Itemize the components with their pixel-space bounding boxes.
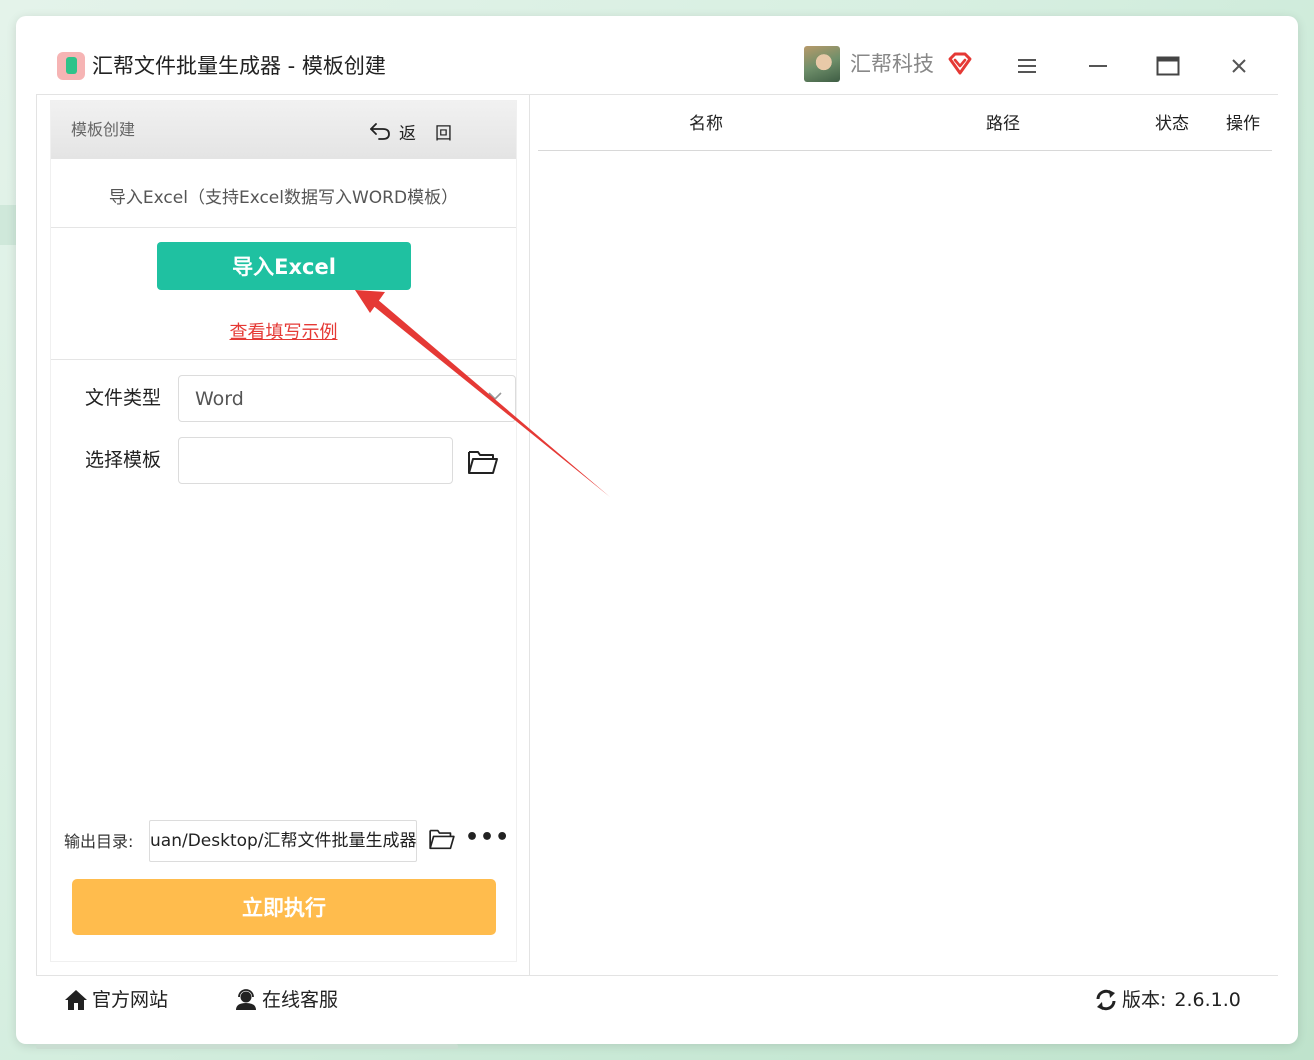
column-actions: 操作 <box>1226 114 1260 134</box>
output-dir-input[interactable]: uan/Desktop/汇帮文件批量生成器 <box>149 820 417 862</box>
panel-title: 模板创建 <box>71 120 136 139</box>
select-template-label: 选择模板 <box>85 449 162 471</box>
file-type-value: Word <box>195 388 244 410</box>
menu-button[interactable] <box>1009 50 1045 82</box>
official-site-link[interactable]: 官方网站 <box>64 988 168 1012</box>
refresh-icon <box>1096 989 1116 1011</box>
file-type-select[interactable]: Word <box>178 375 516 422</box>
undo-arrow-icon <box>370 123 390 140</box>
divider <box>51 359 516 360</box>
official-site-label: 官方网站 <box>92 989 169 1011</box>
view-example-link[interactable]: 查看填写示例 <box>51 322 516 344</box>
company-name: 汇帮科技 <box>850 52 934 76</box>
back-label: 返回 <box>399 123 471 144</box>
chevron-down-icon <box>488 392 502 401</box>
window-title: 汇帮文件批量生成器 - 模板创建 <box>92 54 386 78</box>
back-button[interactable]: 返回 <box>369 118 471 144</box>
folder-open-icon[interactable] <box>428 828 456 850</box>
file-table-body <box>538 152 1272 972</box>
footer-bar: 官方网站 在线客服 版本: 2.6.1.0 <box>36 978 1278 1024</box>
maximize-icon <box>1156 56 1180 76</box>
app-window: 汇帮文件批量生成器 - 模板创建 汇帮科技 模板创建 返回 导入Excel（支持… <box>16 16 1298 1044</box>
output-dir-label: 输出目录: <box>64 832 134 851</box>
hamburger-icon <box>1018 59 1036 73</box>
main-frame: 模板创建 返回 导入Excel（支持Excel数据写入WORD模板） 导入Exc… <box>36 94 1278 976</box>
file-type-label: 文件类型 <box>85 387 162 409</box>
import-excel-button[interactable]: 导入Excel <box>157 242 411 290</box>
vip-diamond-icon[interactable] <box>946 50 974 78</box>
version-info: 版本: 2.6.1.0 <box>1094 988 1241 1012</box>
column-status: 状态 <box>1155 114 1189 134</box>
headset-user-icon <box>236 989 256 1010</box>
online-service-link[interactable]: 在线客服 <box>234 988 338 1012</box>
close-icon <box>1232 59 1246 73</box>
divider <box>51 227 516 228</box>
panel-header: 模板创建 返回 <box>51 101 516 159</box>
horizontal-scrollbar[interactable] <box>36 1044 458 1049</box>
folder-open-icon[interactable] <box>467 449 499 475</box>
excel-description: 导入Excel（支持Excel数据写入WORD模板） <box>108 188 459 208</box>
close-button[interactable] <box>1221 50 1257 82</box>
template-create-panel: 模板创建 返回 导入Excel（支持Excel数据写入WORD模板） 导入Exc… <box>50 100 517 962</box>
run-now-button[interactable]: 立即执行 <box>72 879 496 935</box>
minimize-icon <box>1089 65 1107 67</box>
online-service-label: 在线客服 <box>262 989 339 1011</box>
left-panel: 模板创建 返回 导入Excel（支持Excel数据写入WORD模板） 导入Exc… <box>37 95 530 975</box>
column-name: 名称 <box>689 114 723 134</box>
home-icon <box>65 990 87 1010</box>
more-options-button[interactable]: ••• <box>465 827 509 851</box>
user-avatar[interactable] <box>804 46 840 82</box>
minimize-button[interactable] <box>1080 50 1116 82</box>
app-logo-icon <box>57 52 85 80</box>
title-bar: 汇帮文件批量生成器 - 模板创建 汇帮科技 <box>16 16 1298 94</box>
maximize-button[interactable] <box>1150 50 1186 82</box>
file-table-header: 名称 路径 状态 操作 <box>538 95 1272 151</box>
column-path: 路径 <box>986 114 1020 134</box>
template-path-input[interactable] <box>178 437 453 484</box>
version-value: 2.6.1.0 <box>1174 989 1241 1011</box>
version-label: 版本: <box>1122 989 1167 1011</box>
